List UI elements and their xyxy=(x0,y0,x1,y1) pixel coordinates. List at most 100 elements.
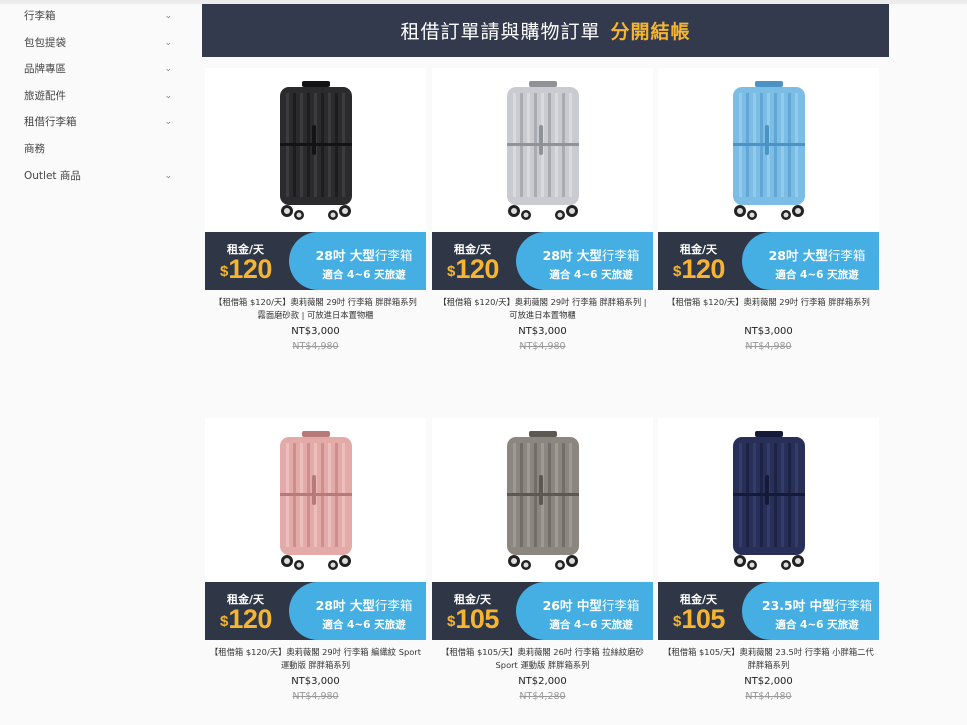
daily-rent-price: $120 xyxy=(447,254,499,285)
trip-length: 適合 4~6 天旅遊 xyxy=(775,619,859,631)
suitcase-image xyxy=(725,79,813,221)
chevron-down-icon[interactable]: ⌄ xyxy=(164,31,172,55)
size-label: 28吋 xyxy=(542,248,573,263)
original-price: NT$4,980 xyxy=(292,691,339,702)
category-sidebar: 行李箱 ⌄ 包包提袋 ⌄ 品牌專區 ⌄ 旅遊配件 ⌄ 租借行李箱 ⌄ 商務 Outlet … xyxy=(0,4,190,190)
sidebar-item-label: 包包提袋 xyxy=(24,36,66,49)
sale-price: NT$3,000 xyxy=(744,326,793,337)
size-label: 28吋 xyxy=(768,248,799,263)
product-name[interactable]: 【租借箱 $120/天】奧莉薇閣 29吋 行李箱 胖胖箱系列 | 可放進日本置物… xyxy=(436,296,649,322)
product-image[interactable] xyxy=(205,68,426,232)
original-price: NT$4,280 xyxy=(519,691,566,702)
daily-rent-price: $120 xyxy=(673,254,725,285)
size-type: 大型 xyxy=(576,248,602,263)
size-suffix: 行李箱 xyxy=(374,248,413,263)
sidebar-item-travel-accessories[interactable]: 旅遊配件 ⌄ xyxy=(0,84,190,111)
product-name[interactable]: 【租借箱 $120/天】奧莉薇閣 29吋 行李箱 胖胖箱系列 霧面磨砂款 | 可… xyxy=(209,296,422,322)
product-name[interactable]: 【租借箱 $120/天】奧莉薇閣 29吋 行李箱 編織紋 Sport 運動版 胖… xyxy=(209,646,422,672)
size-suffix: 行李箱 xyxy=(374,598,413,613)
size-label: 28吋 xyxy=(315,248,346,263)
product-image[interactable] xyxy=(432,68,653,232)
chevron-down-icon[interactable]: ⌄ xyxy=(164,57,172,81)
size-type: 大型 xyxy=(349,248,375,263)
size-suffix: 行李箱 xyxy=(827,248,866,263)
suitcase-image xyxy=(725,429,813,571)
checkout-notice-banner: 租借訂單請與購物訂單 分開結帳 xyxy=(202,4,889,57)
size-label: 28吋 xyxy=(315,598,346,613)
product-name[interactable]: 【租借箱 $105/天】奧莉薇閣 23.5吋 行李箱 小胖箱二代 胖胖箱系列 xyxy=(662,646,875,672)
sidebar-item-bags[interactable]: 包包提袋 ⌄ xyxy=(0,31,190,58)
trip-length: 適合 4~6 天旅遊 xyxy=(549,269,633,281)
product-name[interactable]: 【租借箱 $105/天】奧莉薇閣 26吋 行李箱 拉絲紋磨砂 Sport 運動版… xyxy=(436,646,649,672)
rent-amount: 120 xyxy=(228,254,272,284)
chevron-down-icon[interactable]: ⌄ xyxy=(164,164,172,188)
sidebar-item-luggage[interactable]: 行李箱 ⌄ xyxy=(0,4,190,31)
product-card[interactable]: 租金/天 $120 28吋 大型行李箱 適合 4~6 天旅遊 【租借箱 $120… xyxy=(205,418,426,708)
product-image[interactable] xyxy=(432,418,653,582)
product-image[interactable] xyxy=(658,418,879,582)
rent-amount: 120 xyxy=(681,254,725,284)
trip-length: 適合 4~6 天旅遊 xyxy=(322,619,406,631)
chevron-down-icon[interactable]: ⌄ xyxy=(164,84,172,108)
suitcase-image xyxy=(272,429,360,571)
size-type: 大型 xyxy=(349,598,375,613)
product-image[interactable] xyxy=(205,418,426,582)
suitcase-image xyxy=(499,79,587,221)
sale-price: NT$3,000 xyxy=(518,326,567,337)
rental-price-banner: 租金/天 $105 26吋 中型行李箱 適合 4~6 天旅遊 xyxy=(432,582,653,640)
product-card[interactable]: 租金/天 $120 28吋 大型行李箱 適合 4~6 天旅遊 【租借箱 $120… xyxy=(658,68,879,358)
sidebar-item-rental-luggage[interactable]: 租借行李箱 ⌄ xyxy=(0,110,190,137)
sidebar-item-label: 租借行李箱 xyxy=(24,116,77,129)
size-type: 大型 xyxy=(802,248,828,263)
daily-rent-price: $120 xyxy=(220,604,272,635)
sidebar-item-label: 旅遊配件 xyxy=(24,89,66,102)
suitcase-image xyxy=(499,429,587,571)
rental-price-banner: 租金/天 $120 28吋 大型行李箱 適合 4~6 天旅遊 xyxy=(205,232,426,290)
banner-text: 租借訂單請與購物訂單 xyxy=(400,21,601,43)
size-badge: 28吋 大型行李箱 適合 4~6 天旅遊 xyxy=(516,232,653,290)
original-price: NT$4,980 xyxy=(745,341,792,352)
product-card[interactable]: 租金/天 $120 28吋 大型行李箱 適合 4~6 天旅遊 【租借箱 $120… xyxy=(205,68,426,358)
trip-length: 適合 4~6 天旅遊 xyxy=(549,619,633,631)
sidebar-item-outlet[interactable]: Outlet 商品 ⌄ xyxy=(0,164,190,191)
original-price: NT$4,980 xyxy=(519,341,566,352)
product-name[interactable]: 【租借箱 $120/天】奧莉薇閣 29吋 行李箱 胖胖箱系列 xyxy=(662,296,875,309)
size-label: 26吋 xyxy=(542,598,573,613)
product-card[interactable]: 租金/天 $120 28吋 大型行李箱 適合 4~6 天旅遊 【租借箱 $120… xyxy=(432,68,653,358)
product-image[interactable] xyxy=(658,68,879,232)
size-label: 23.5吋 xyxy=(761,598,806,613)
chevron-down-icon[interactable]: ⌄ xyxy=(164,4,172,28)
rent-amount: 105 xyxy=(455,604,499,634)
sidebar-item-label: Outlet 商品 xyxy=(24,169,81,182)
sidebar-item-business[interactable]: 商務 xyxy=(0,137,190,164)
rent-amount: 120 xyxy=(228,604,272,634)
size-badge: 28吋 大型行李箱 適合 4~6 天旅遊 xyxy=(742,232,879,290)
sale-price: NT$2,000 xyxy=(518,676,567,687)
size-badge: 28吋 大型行李箱 適合 4~6 天旅遊 xyxy=(289,232,426,290)
trip-length: 適合 4~6 天旅遊 xyxy=(775,269,859,281)
daily-rent-price: $105 xyxy=(447,604,499,635)
daily-rent-price: $105 xyxy=(673,604,725,635)
chevron-down-icon[interactable]: ⌄ xyxy=(164,110,172,134)
size-badge: 28吋 大型行李箱 適合 4~6 天旅遊 xyxy=(289,582,426,640)
original-price: NT$4,480 xyxy=(745,691,792,702)
size-badge: 26吋 中型行李箱 適合 4~6 天旅遊 xyxy=(516,582,653,640)
product-card[interactable]: 租金/天 $105 26吋 中型行李箱 適合 4~6 天旅遊 【租借箱 $105… xyxy=(432,418,653,708)
size-type: 中型 xyxy=(809,598,835,613)
rent-amount: 120 xyxy=(455,254,499,284)
sidebar-item-label: 商務 xyxy=(24,142,45,155)
size-type: 中型 xyxy=(576,598,602,613)
daily-rent-price: $120 xyxy=(220,254,272,285)
sidebar-item-label: 品牌專區 xyxy=(24,63,66,76)
size-suffix: 行李箱 xyxy=(601,248,640,263)
size-badge: 23.5吋 中型行李箱 適合 4~6 天旅遊 xyxy=(742,582,879,640)
rental-price-banner: 租金/天 $120 28吋 大型行李箱 適合 4~6 天旅遊 xyxy=(658,232,879,290)
rental-price-banner: 租金/天 $120 28吋 大型行李箱 適合 4~6 天旅遊 xyxy=(432,232,653,290)
rent-amount: 105 xyxy=(681,604,725,634)
original-price: NT$4,980 xyxy=(292,341,339,352)
sidebar-item-label: 行李箱 xyxy=(24,10,56,22)
product-card[interactable]: 租金/天 $105 23.5吋 中型行李箱 適合 4~6 天旅遊 【租借箱 $1… xyxy=(658,418,879,708)
sidebar-item-brands[interactable]: 品牌專區 ⌄ xyxy=(0,57,190,84)
size-suffix: 行李箱 xyxy=(834,598,873,613)
banner-highlight: 分開結帳 xyxy=(610,21,691,43)
